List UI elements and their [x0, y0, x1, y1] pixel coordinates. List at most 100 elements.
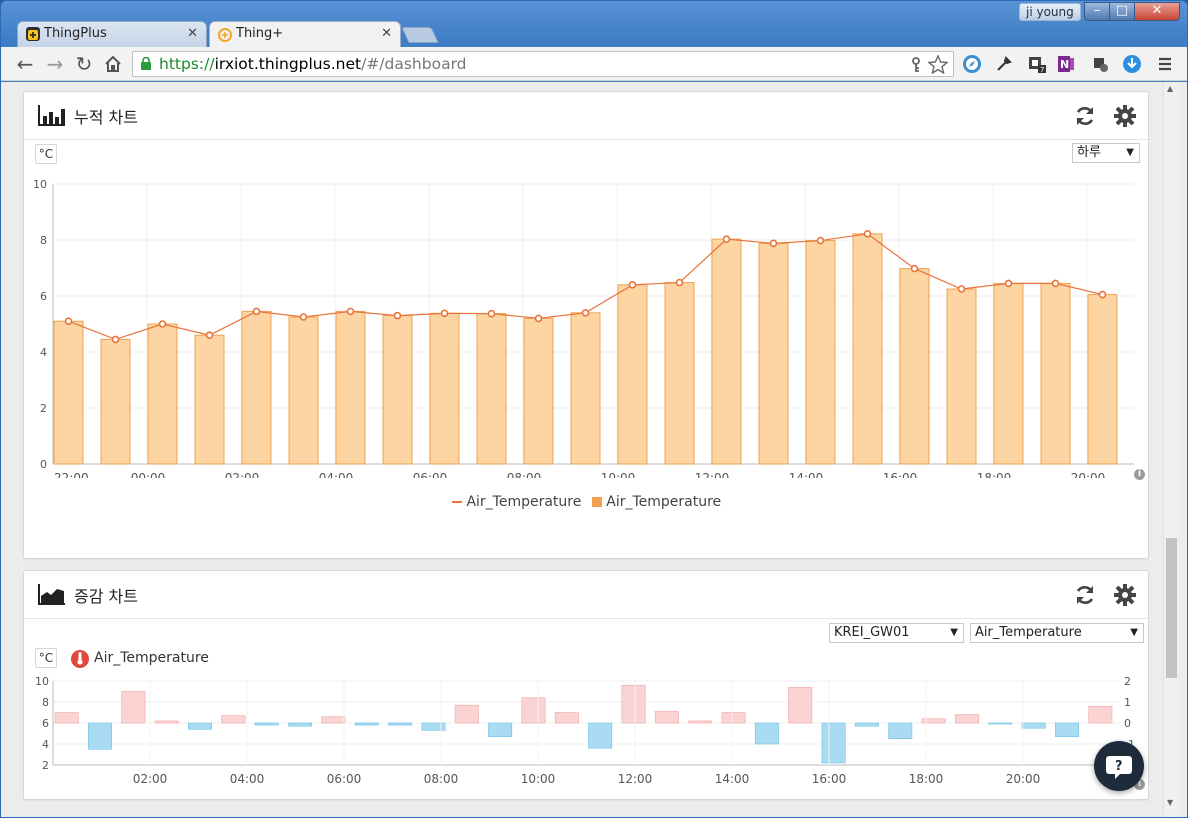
refresh-icon[interactable]: [1073, 583, 1097, 607]
minimize-button[interactable]: –: [1084, 2, 1110, 21]
svg-text:N: N: [1060, 58, 1069, 71]
scrollbar-thumb[interactable]: [1166, 538, 1177, 678]
settings-gear-icon[interactable]: [1113, 104, 1137, 128]
line-point: [910, 264, 919, 273]
chevron-down-icon: ▼: [1130, 627, 1138, 638]
bar: [946, 288, 977, 465]
x-tick-label: 06:00: [413, 471, 448, 478]
decrease-bar: [754, 722, 779, 745]
y-tick-label: 10: [33, 178, 47, 191]
line-point: [722, 235, 731, 243]
gear-extension-icon[interactable]: [1090, 54, 1110, 74]
decrease-bar: [1055, 722, 1079, 737]
legend-line-label[interactable]: Air_Temperature: [466, 494, 581, 510]
cumulative-chart: 0 2 4 6 8 10 22:00 00:00 02:00 04:00 06:00 08:00 10:…: [33, 178, 1134, 478]
legend-bar-label[interactable]: Air_Temperature: [606, 494, 721, 510]
onenote-icon[interactable]: N: [1056, 54, 1076, 74]
tab-thingplus[interactable]: ThingPlus ✕: [17, 21, 207, 47]
svg-text:?: ?: [1115, 759, 1123, 774]
bar: [523, 317, 554, 465]
decrease-bar: [588, 722, 613, 749]
bar: [1040, 282, 1071, 465]
y2-tick-label: 1: [1124, 696, 1131, 709]
y-tick-label: 8: [40, 234, 47, 247]
period-select[interactable]: 하루 ▼: [1072, 143, 1140, 163]
increase-bar: [154, 720, 179, 724]
decrease-bar: [988, 722, 1013, 725]
increase-bar: [688, 720, 713, 724]
line-point: [111, 335, 120, 344]
gateway-select[interactable]: KREI_GW01 ▼: [829, 623, 964, 643]
close-tab-icon[interactable]: ✕: [381, 22, 392, 46]
sensor-label: Air_Temperature: [94, 650, 209, 666]
info-icon[interactable]: i: [1134, 469, 1145, 480]
help-chat-button[interactable]: ?: [1094, 741, 1144, 791]
line-point: [64, 317, 73, 325]
sensor-select[interactable]: Air_Temperature ▼: [970, 623, 1144, 643]
delta-chart: 246810210-102:0004:0006:0008:0010:0012:0…: [35, 675, 1135, 786]
increase-bar: [321, 716, 346, 724]
reload-icon[interactable]: ↻: [72, 52, 96, 76]
y2-tick-label: 0: [1124, 717, 1131, 730]
panel-header: 누적 차트: [24, 92, 1148, 140]
settings-gear-icon[interactable]: [1113, 583, 1137, 607]
scroll-down-icon[interactable]: ▼: [1167, 798, 1173, 807]
increase-bar: [788, 687, 813, 724]
decrease-bar: [288, 722, 313, 727]
legend-bar-swatch: [591, 497, 602, 507]
address-bar[interactable]: https://irxiot.thingplus.net/#/dashboard: [132, 51, 954, 77]
home-icon[interactable]: [101, 52, 125, 76]
profile-badge[interactable]: ji young: [1019, 3, 1081, 21]
line-point: [1098, 290, 1107, 299]
x-tick-label: 08:00: [507, 471, 542, 478]
bar: [476, 313, 507, 465]
key-icon[interactable]: [909, 57, 923, 73]
back-arrow-icon[interactable]: ←: [13, 52, 37, 76]
gateway-value: KREI_GW01: [834, 625, 910, 640]
refresh-icon[interactable]: [1073, 104, 1097, 128]
dashboard-content: 누적 차트 °C 하루 ▼ 0 2 4 6 8 10 22:00 00:00 02:00 04:00…: [1, 82, 1187, 817]
bar: [382, 315, 413, 465]
line-point: [957, 285, 966, 293]
thingplus-favicon-icon: [26, 27, 40, 41]
x-tick-label: 16:00: [812, 772, 847, 786]
unit-label: °C: [35, 648, 57, 668]
decrease-bar: [88, 722, 112, 750]
bar: [241, 310, 272, 465]
x-tick-label: 04:00: [230, 772, 265, 786]
forward-arrow-icon[interactable]: →: [43, 52, 67, 76]
tool-extension-icon[interactable]: [994, 54, 1014, 74]
panel-title: 증감 차트: [74, 587, 138, 606]
bookmark-star-icon[interactable]: [928, 55, 948, 74]
x-tick-label: 18:00: [909, 772, 944, 786]
maximize-button[interactable]: □: [1109, 2, 1135, 21]
close-tab-icon[interactable]: ✕: [187, 22, 198, 46]
url-path: /#/dashboard: [361, 55, 467, 73]
line-point: [487, 309, 496, 318]
close-window-button[interactable]: ✕: [1134, 2, 1180, 21]
plugin-extension-icon[interactable]: 7: [1027, 54, 1047, 74]
page-scrollbar[interactable]: ▲ ▼: [1163, 82, 1179, 817]
line-point: [440, 309, 449, 318]
tab-thing-plus-active[interactable]: Thing+ ✕: [209, 21, 401, 48]
bar: [570, 312, 601, 465]
y-tick-label: 4: [42, 738, 49, 751]
bar: [664, 282, 695, 465]
svg-text:7: 7: [1040, 66, 1044, 74]
line-point: [628, 281, 637, 289]
x-tick-label: 10:00: [601, 471, 636, 478]
thing-plus-favicon-icon: [218, 27, 232, 42]
bar: [993, 282, 1024, 465]
increase-bar: [221, 715, 246, 724]
new-tab-button[interactable]: [401, 27, 439, 43]
line-point: [534, 314, 543, 323]
decrease-bar: [188, 722, 213, 730]
scroll-up-icon[interactable]: ▲: [1167, 84, 1173, 93]
menu-icon[interactable]: [1155, 54, 1175, 74]
url-scheme: https://: [159, 55, 215, 73]
download-icon[interactable]: [1122, 54, 1142, 74]
increase-bar: [954, 714, 979, 724]
bar: [1087, 294, 1118, 465]
compass-extension-icon[interactable]: [962, 54, 982, 74]
bar: [194, 334, 225, 465]
